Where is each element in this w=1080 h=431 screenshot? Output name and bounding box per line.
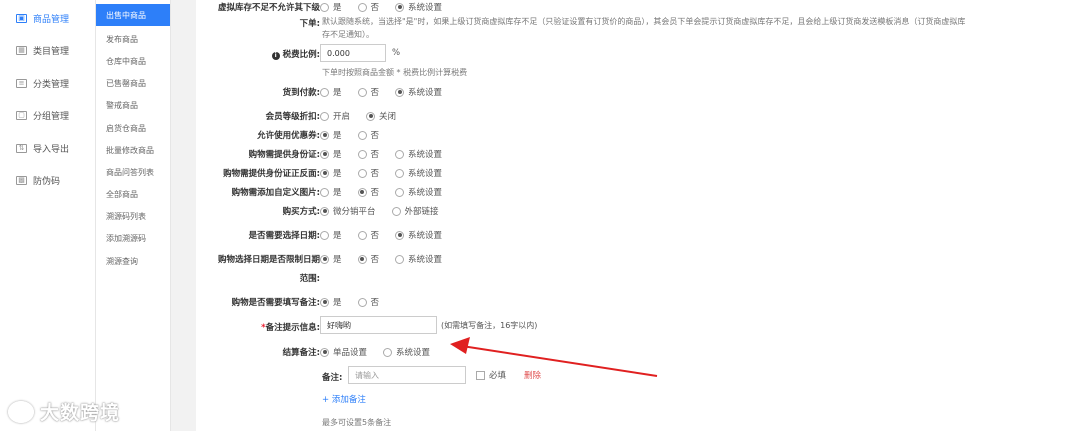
annotation-arrow	[450, 337, 658, 377]
watermark-logo-icon	[8, 400, 34, 423]
arrow-shaft	[461, 345, 658, 377]
watermark-text: 大数跨境	[40, 402, 121, 424]
arrow-head	[450, 337, 470, 354]
watermark: 大数跨境	[8, 398, 120, 425]
